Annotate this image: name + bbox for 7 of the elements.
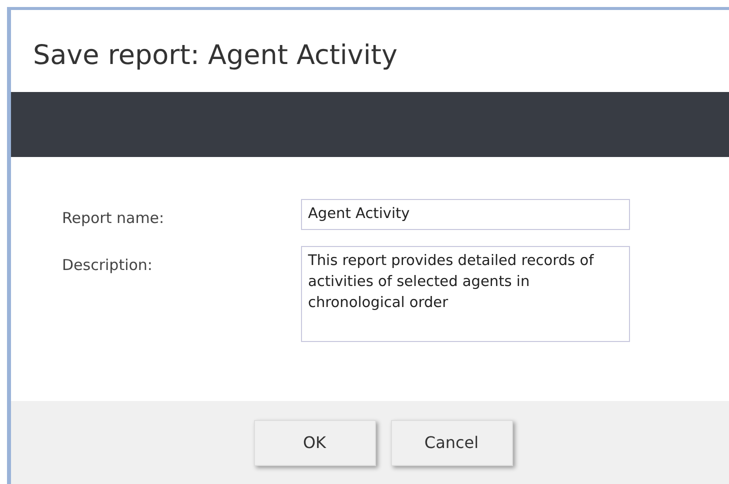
dialog-title: Save report: Agent Activity [32,39,398,73]
field-label: Description: [62,255,154,276]
description-field[interactable]: This report provides detailed records of activities of selected agents in chronological order [301,246,630,342]
cancel-button[interactable]: Cancel [390,420,512,466]
field-label: Report name: [62,208,166,229]
ok-button[interactable]: OK [254,420,376,466]
name-field[interactable]: Agent Activity [301,199,630,230]
